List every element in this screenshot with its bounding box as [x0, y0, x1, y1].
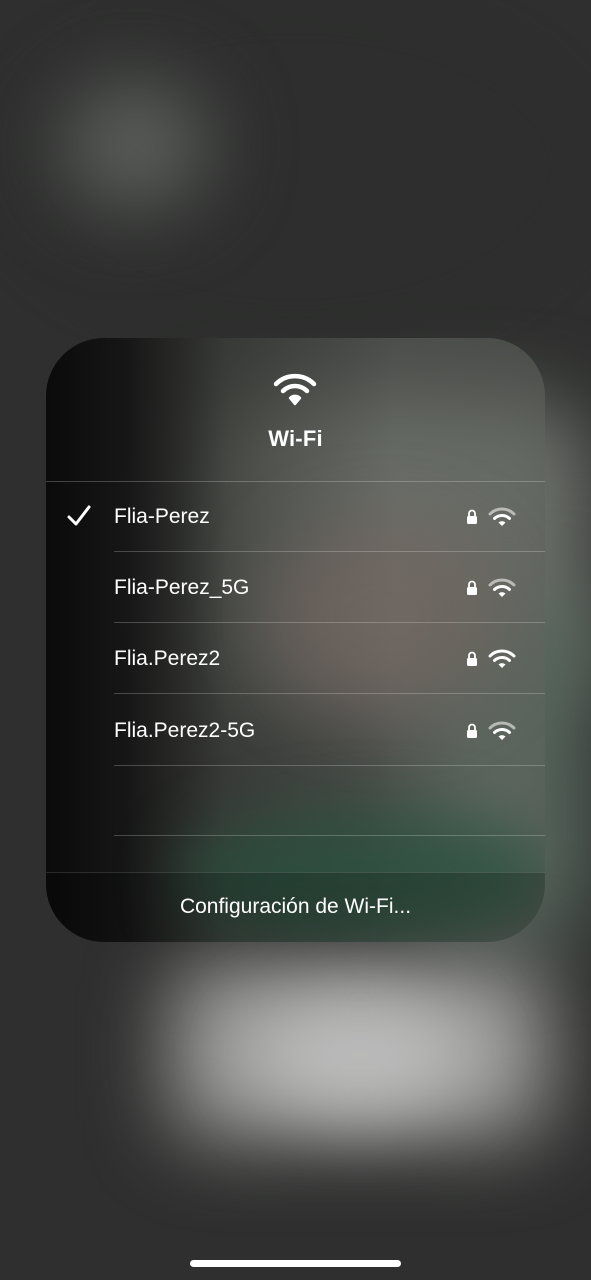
- divider: [114, 693, 545, 694]
- lock-icon: [467, 651, 477, 666]
- network-name: Flia.Perez2-5G: [114, 719, 256, 742]
- wifi-settings-label: Configuración de Wi-Fi...: [179, 895, 412, 918]
- wifi-icon: [273, 373, 317, 406]
- lock-icon: [467, 580, 477, 595]
- wifi-settings-button[interactable]: Configuración de Wi-Fi...: [46, 872, 545, 942]
- network-row-flia-perez2-5g[interactable]: Flia.Perez2-5G: [46, 695, 545, 766]
- checkmark-icon: [67, 505, 91, 526]
- network-name: Flia-Perez: [114, 505, 210, 528]
- network-row-flia-perez[interactable]: Flia-Perez: [46, 481, 545, 552]
- wifi-signal-icon: [488, 578, 516, 597]
- lock-icon: [467, 509, 477, 524]
- wifi-signal-icon: [488, 649, 516, 668]
- network-row-flia-perez-5g[interactable]: Flia-Perez_5G: [46, 552, 545, 623]
- wifi-signal-icon: [488, 721, 516, 740]
- lock-icon: [467, 723, 477, 738]
- network-name: Flia-Perez_5G: [114, 576, 250, 599]
- home-indicator[interactable]: [190, 1260, 401, 1267]
- divider: [114, 835, 545, 836]
- panel-title: Wi-Fi: [268, 426, 323, 451]
- divider: [114, 765, 545, 766]
- network-row-flia-perez2[interactable]: Flia.Perez2: [46, 623, 545, 694]
- wifi-panel: Wi-Fi Flia-Perez Flia-Perez_5G Flia.Pere…: [46, 338, 545, 942]
- network-name: Flia.Perez2: [114, 647, 221, 670]
- wifi-signal-icon: [488, 507, 516, 526]
